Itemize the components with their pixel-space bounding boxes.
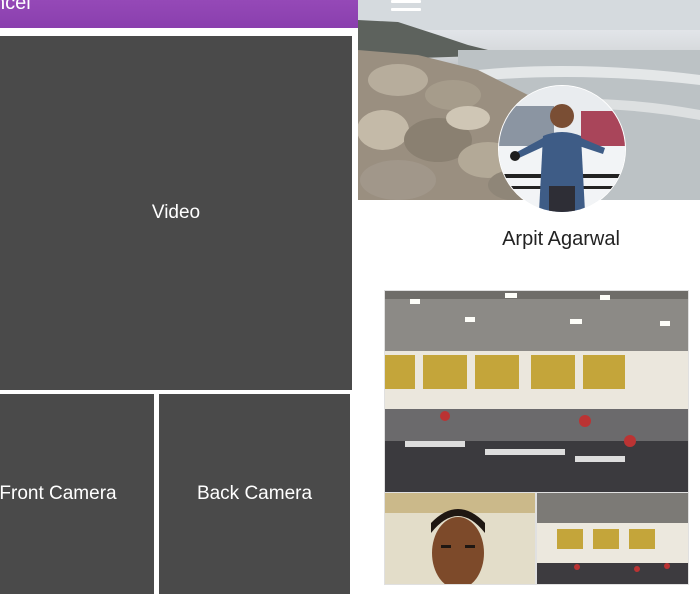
hackathon-gym-image xyxy=(385,291,688,493)
video-label: Video xyxy=(151,202,201,223)
gallery-photo-gym[interactable] xyxy=(384,290,689,494)
selfie-image xyxy=(385,493,535,584)
app-title: ncel xyxy=(0,0,31,14)
profile-name: Arpit Agarwal xyxy=(502,228,620,250)
profile-panel: Arpit Agarwal xyxy=(358,0,700,585)
profile-avatar[interactable] xyxy=(498,85,626,213)
front-camera-label: Front Camera xyxy=(0,483,117,504)
hackathon-gym-image-2 xyxy=(537,493,688,584)
back-camera-tile[interactable]: Back Camera xyxy=(159,394,350,594)
front-camera-tile[interactable]: Front Camera xyxy=(0,394,154,594)
app-header: ncel xyxy=(0,0,358,28)
avatar-image xyxy=(499,86,625,212)
video-tile[interactable]: Video xyxy=(0,36,352,390)
camera-panel: Video Front Camera Back Camera xyxy=(0,28,358,594)
gallery-photo-gym-2[interactable] xyxy=(536,492,689,585)
menu-icon[interactable] xyxy=(391,0,421,18)
gallery-photo-selfie[interactable] xyxy=(384,492,536,585)
back-camera-label: Back Camera xyxy=(196,483,313,504)
